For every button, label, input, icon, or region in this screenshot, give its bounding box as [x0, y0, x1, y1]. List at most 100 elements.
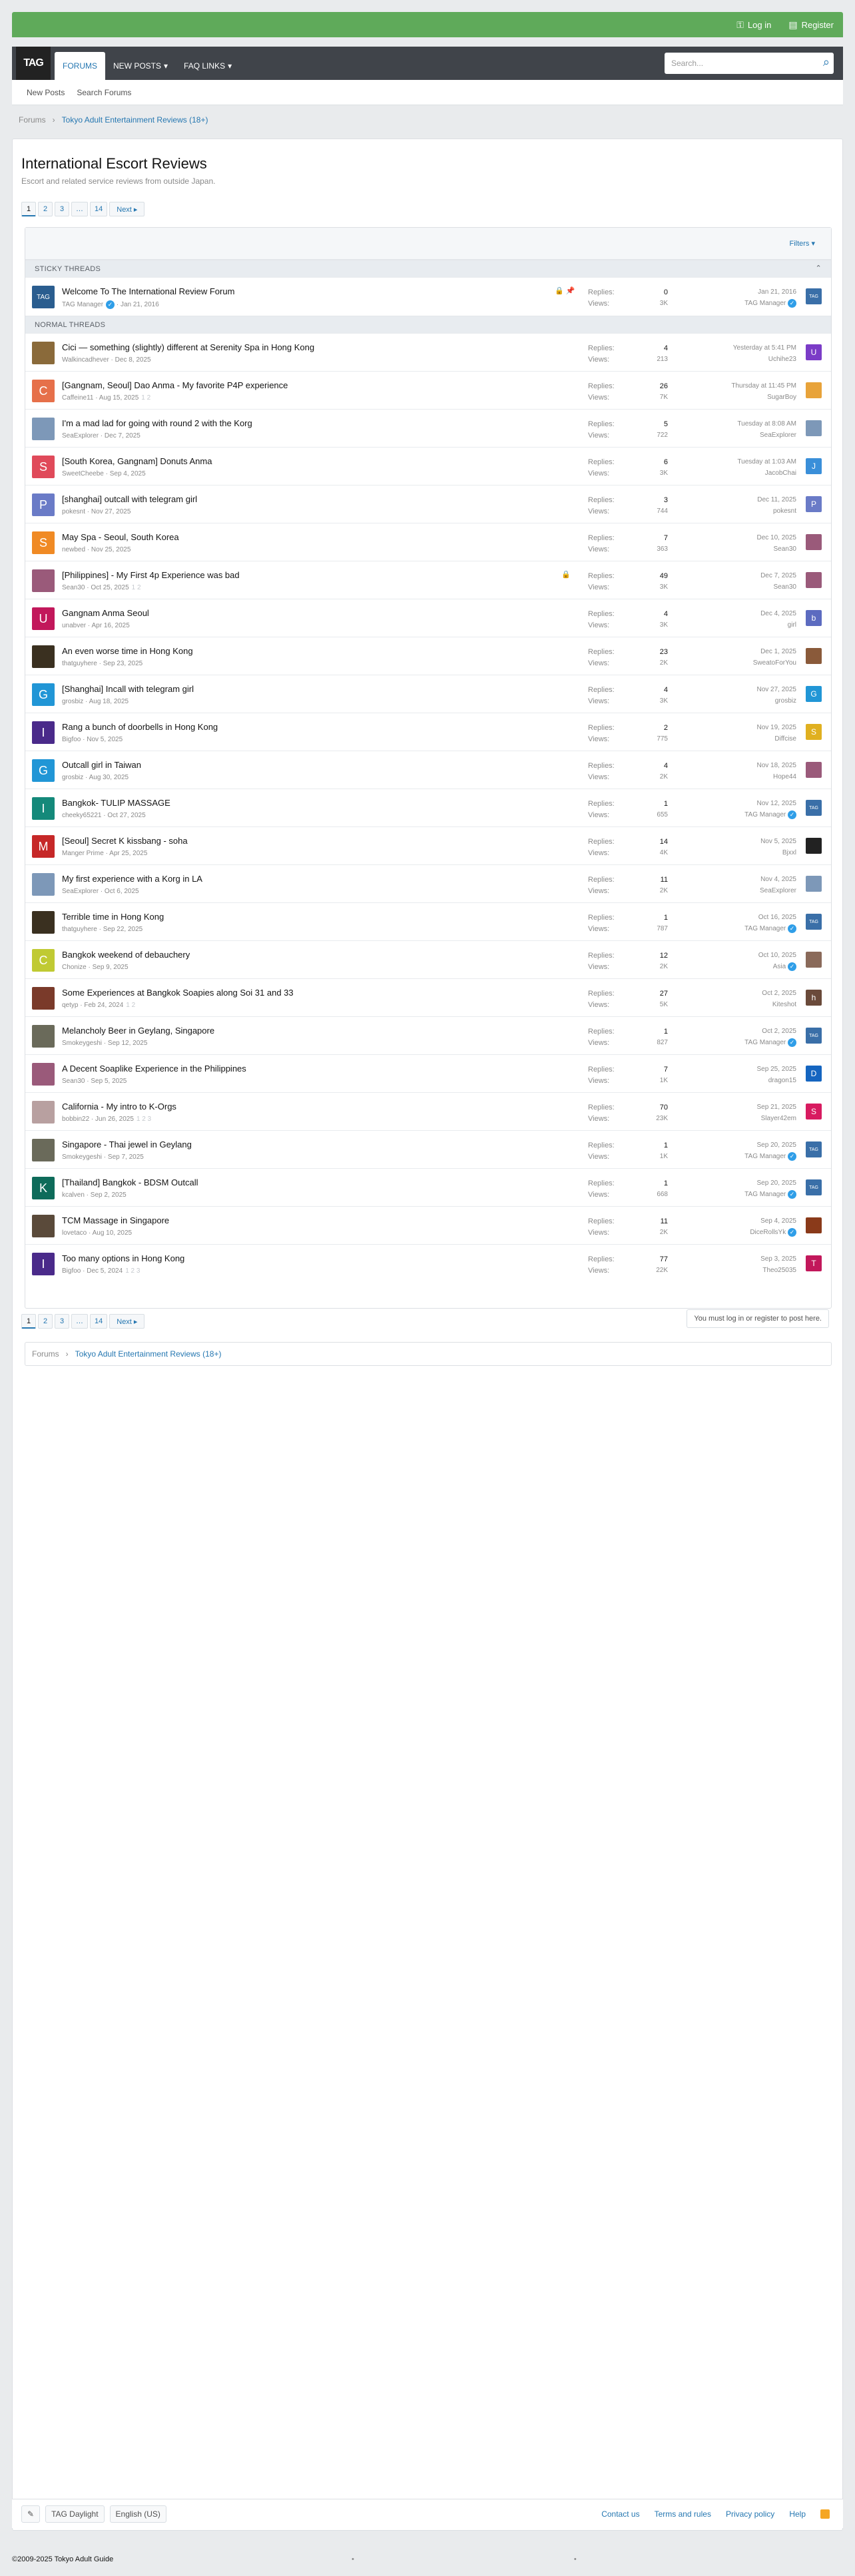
last-poster-avatar[interactable] — [806, 876, 822, 892]
last-poster-avatar[interactable] — [806, 572, 822, 588]
last-post-date[interactable]: Dec 4, 2025 — [760, 608, 796, 619]
thread-author[interactable]: Walkincadhever — [62, 356, 109, 364]
last-post-user[interactable]: Diffcise — [774, 735, 796, 743]
last-post-date[interactable]: Sep 3, 2025 — [760, 1253, 796, 1265]
thread-title-link[interactable]: [Thailand] Bangkok - BDSM Outcall — [62, 1177, 198, 1187]
thread-title-link[interactable]: Terrible time in Hong Kong — [62, 912, 164, 922]
avatar[interactable]: I — [32, 1253, 55, 1275]
avatar[interactable]: P — [32, 493, 55, 516]
thread-title-link[interactable]: TCM Massage in Singapore — [62, 1215, 169, 1225]
thread-date[interactable]: Sep 23, 2025 — [103, 660, 143, 667]
thread-title-link[interactable]: Bangkok weekend of debauchery — [62, 950, 190, 960]
avatar[interactable] — [32, 1139, 55, 1161]
thread-title-link[interactable]: [Seoul] Secret K kissbang - soha — [62, 836, 188, 846]
last-post-date[interactable]: Tuesday at 1:03 AM — [737, 456, 796, 468]
edit-style-button[interactable]: ✎ — [21, 2505, 41, 2523]
thread-row[interactable]: C Bangkok weekend of debauchery Chonize · … — [25, 940, 831, 978]
thread-author[interactable]: unabver — [62, 622, 86, 629]
search-icon[interactable]: ⌕ — [823, 55, 830, 69]
last-poster-avatar[interactable] — [806, 952, 822, 968]
last-post-date[interactable]: Sep 20, 2025 — [744, 1139, 797, 1151]
last-poster-avatar[interactable] — [806, 838, 822, 854]
thread-author[interactable]: Bigfoo — [62, 1267, 81, 1275]
thread-pages[interactable]: 1 2 3 — [125, 1267, 140, 1275]
avatar[interactable]: S — [32, 456, 55, 478]
thread-date[interactable]: Dec 8, 2025 — [115, 356, 151, 364]
page-2-link[interactable]: 2 — [38, 1314, 53, 1329]
thread-date[interactable]: Jun 26, 2025 — [95, 1116, 134, 1123]
last-post-date[interactable]: Thursday at 11:45 PM — [731, 380, 796, 392]
thread-date[interactable]: Sep 4, 2025 — [110, 470, 146, 478]
thread-title-link[interactable]: An even worse time in Hong Kong — [62, 646, 193, 656]
last-post-user[interactable]: dragon15 — [768, 1077, 796, 1084]
last-post-user[interactable]: girl — [788, 621, 796, 629]
thread-author[interactable]: lovetaco — [62, 1229, 87, 1237]
thread-row[interactable]: S May Spa - Seoul, South Korea newbed · No… — [25, 523, 831, 561]
privacy-link[interactable]: Privacy policy — [726, 2509, 774, 2519]
last-post-user[interactable]: SeaExplorer — [760, 432, 796, 439]
last-post-user[interactable]: pokesnt — [773, 507, 796, 515]
next-page-button[interactable]: Next ▸ — [109, 202, 145, 216]
avatar[interactable] — [32, 873, 55, 896]
search-forums-link[interactable]: Search Forums — [77, 88, 131, 97]
last-post-user[interactable]: Asia — [773, 963, 786, 970]
last-post-user[interactable]: grosbiz — [775, 697, 796, 705]
new-posts-link[interactable]: New Posts — [27, 88, 65, 97]
thread-date[interactable]: Oct 25, 2025 — [91, 584, 129, 591]
thread-date[interactable]: Aug 10, 2025 — [93, 1229, 133, 1237]
last-post-date[interactable]: Oct 10, 2025 — [758, 950, 796, 961]
thread-date[interactable]: Nov 5, 2025 — [87, 736, 123, 743]
avatar[interactable]: S — [32, 531, 55, 554]
thread-author[interactable]: bobbin22 — [62, 1116, 89, 1123]
thread-row[interactable]: TCM Massage in Singapore lovetaco · Aug 1… — [25, 1206, 831, 1244]
thread-row[interactable]: Terrible time in Hong Kong thatguyhere · … — [25, 902, 831, 940]
thread-author[interactable]: thatguyhere — [62, 926, 97, 933]
thread-row[interactable]: C [Gangnam, Seoul] Dao Anma - My favorite… — [25, 371, 831, 409]
thread-title-link[interactable]: [Gangnam, Seoul] Dao Anma - My favorite … — [62, 380, 288, 390]
thread-date[interactable]: Sep 22, 2025 — [103, 926, 143, 933]
last-post-date[interactable]: Oct 2, 2025 — [744, 1026, 796, 1037]
last-post-date[interactable]: Nov 4, 2025 — [760, 874, 796, 885]
last-post-user[interactable]: DiceRollsYk — [750, 1229, 786, 1236]
thread-date[interactable]: Sep 7, 2025 — [108, 1153, 144, 1161]
thread-date[interactable]: Nov 27, 2025 — [91, 508, 131, 515]
help-link[interactable]: Help — [789, 2509, 806, 2519]
last-post-user[interactable]: Bjxxl — [782, 849, 796, 856]
thread-date[interactable]: Sep 9, 2025 — [93, 964, 129, 971]
nav-tab-new-posts[interactable]: NEW POSTS ▾ — [105, 52, 176, 80]
last-poster-avatar[interactable] — [806, 762, 822, 778]
thread-row[interactable]: An even worse time in Hong Kong thatguyhe… — [25, 637, 831, 675]
thread-title-link[interactable]: Gangnam Anma Seoul — [62, 608, 149, 618]
thread-author[interactable]: cheeky65221 — [62, 812, 102, 819]
thread-date[interactable]: Feb 24, 2024 — [84, 1002, 123, 1009]
last-post-date[interactable]: Nov 19, 2025 — [757, 722, 797, 733]
thread-row[interactable]: A Decent Soaplike Experience in the Phil… — [25, 1054, 831, 1092]
last-post-user[interactable]: TAG Manager — [744, 1153, 786, 1160]
last-post-date[interactable]: Nov 18, 2025 — [757, 760, 797, 771]
thread-title-link[interactable]: Some Experiences at Bangkok Soapies alon… — [62, 988, 294, 998]
avatar[interactable] — [32, 569, 55, 592]
thread-author[interactable]: TAG Manager — [62, 301, 103, 308]
last-post-user[interactable]: TAG Manager — [744, 300, 786, 307]
thread-row[interactable]: I'm a mad lad for going with round 2 wit… — [25, 409, 831, 447]
avatar[interactable] — [32, 1101, 55, 1124]
page-3-link[interactable]: 3 — [55, 1314, 69, 1329]
thread-date[interactable]: Dec 5, 2024 — [87, 1267, 123, 1275]
breadcrumb-category[interactable]: Tokyo Adult Entertainment Reviews (18+) — [75, 1349, 222, 1359]
thread-author[interactable]: qetyp — [62, 1002, 78, 1009]
last-poster-avatar[interactable]: TAG — [806, 1028, 822, 1044]
thread-author[interactable]: Sean30 — [62, 1078, 85, 1085]
thread-date[interactable]: Aug 18, 2025 — [89, 698, 129, 705]
last-poster-avatar[interactable] — [806, 1217, 822, 1233]
last-poster-avatar[interactable]: S — [806, 1104, 822, 1120]
thread-date[interactable]: Aug 15, 2025 — [99, 394, 139, 402]
avatar[interactable]: C — [32, 380, 55, 402]
last-poster-avatar[interactable]: J — [806, 458, 822, 474]
thread-title-link[interactable]: [Philippines] - My First 4p Experience w… — [62, 570, 240, 580]
search-input[interactable]: Search... ⌕ — [665, 53, 834, 74]
last-post-date[interactable]: Tuesday at 8:08 AM — [737, 418, 796, 430]
last-post-date[interactable]: Dec 7, 2025 — [760, 570, 796, 581]
last-poster-avatar[interactable] — [806, 420, 822, 436]
thread-row[interactable]: K [Thailand] Bangkok - BDSM Outcall kcalve… — [25, 1168, 831, 1206]
last-post-date[interactable]: Oct 2, 2025 — [762, 988, 796, 999]
